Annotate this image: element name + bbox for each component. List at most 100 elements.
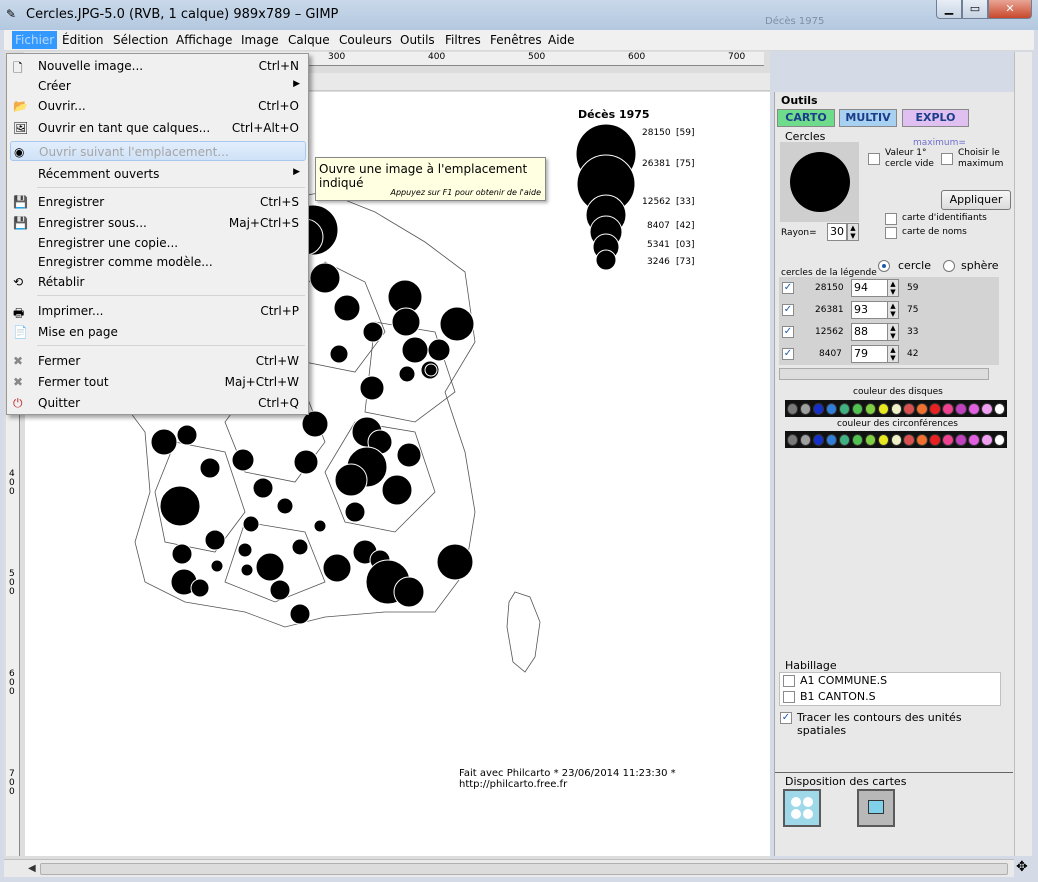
cercle-radio[interactable] xyxy=(878,260,890,272)
appliquer-button[interactable]: Appliquer xyxy=(941,190,1011,210)
carte-noms-checkbox[interactable] xyxy=(885,227,897,239)
row-size-input[interactable]: 93 xyxy=(851,301,889,319)
menu-item-ouvrir-calques[interactable]: 🖼 Ouvrir en tant que calques... Ctrl+Alt… xyxy=(7,118,308,138)
color-swatch[interactable] xyxy=(851,433,864,446)
color-swatch[interactable] xyxy=(787,402,799,415)
color-swatch[interactable] xyxy=(903,433,915,446)
menu-image[interactable]: Image xyxy=(241,33,279,47)
color-swatch[interactable] xyxy=(903,402,915,415)
menu-aide[interactable]: Aide xyxy=(548,33,575,47)
menu-affichage[interactable]: Affichage xyxy=(176,33,232,47)
menu-item-mise-en-page[interactable]: 📄 Mise en page xyxy=(7,322,308,342)
rayon-stepper[interactable]: ▲ ▼ xyxy=(847,223,859,241)
row-size-stepper[interactable]: ▲ ▼ xyxy=(887,301,899,319)
menu-outils[interactable]: Outils xyxy=(400,33,435,47)
color-swatch[interactable] xyxy=(812,433,825,446)
color-swatch[interactable] xyxy=(994,433,1006,446)
rayon-input[interactable]: 30 xyxy=(827,223,847,241)
color-swatch[interactable] xyxy=(942,402,954,415)
color-swatch[interactable] xyxy=(838,402,851,415)
navigate-icon[interactable]: ✥ xyxy=(1016,859,1028,875)
maximize-button[interactable]: ▭ xyxy=(962,0,988,19)
row-checkbox[interactable]: ✓ xyxy=(782,326,794,338)
menu-item-recemment-ouverts[interactable]: Récemment ouverts ▶ xyxy=(7,164,308,184)
menu-item-ouvrir-emplacement[interactable]: ◉ Ouvrir suivant l'emplacement... xyxy=(10,141,306,161)
color-swatch[interactable] xyxy=(916,433,928,446)
color-swatch[interactable] xyxy=(799,433,812,446)
menu-item-fermer[interactable]: ✖ Fermer Ctrl+W xyxy=(7,351,308,371)
color-swatch[interactable] xyxy=(825,433,838,446)
row-size-input[interactable]: 88 xyxy=(851,323,889,341)
gimp-app-icon[interactable]: ✎ xyxy=(6,7,16,21)
horizontal-scroll-thumb[interactable] xyxy=(40,863,1008,875)
table-hscroll[interactable] xyxy=(779,368,989,380)
menu-couleurs[interactable]: Couleurs xyxy=(339,33,392,47)
hab-item[interactable]: B1 CANTON.S xyxy=(800,690,876,703)
menu-filtres[interactable]: Filtres xyxy=(445,33,481,47)
menu-edition[interactable]: Édition xyxy=(62,33,104,47)
color-swatch[interactable] xyxy=(864,433,877,446)
minimize-button[interactable]: ▁ xyxy=(936,0,962,19)
color-swatch[interactable] xyxy=(890,402,902,415)
row-size-stepper[interactable]: ▲ ▼ xyxy=(887,323,899,341)
menu-item-fermer-tout[interactable]: ✖ Fermer tout Maj+Ctrl+W xyxy=(7,372,308,392)
menu-item-imprimer[interactable]: 🖶 Imprimer... Ctrl+P xyxy=(7,301,308,321)
menu-item-enregistrer-sous[interactable]: 💾 Enregistrer sous... Maj+Ctrl+S xyxy=(7,213,308,233)
grid-layout-icon[interactable] xyxy=(783,789,821,827)
menu-item-quitter[interactable]: ⏻ Quitter Ctrl+Q xyxy=(7,393,308,413)
color-swatch[interactable] xyxy=(942,433,954,446)
valeur-checkbox[interactable] xyxy=(868,153,880,165)
row-size-stepper[interactable]: ▲ ▼ xyxy=(887,279,899,297)
hab-checkbox[interactable] xyxy=(783,691,795,703)
row-checkbox[interactable]: ✓ xyxy=(782,282,794,294)
color-swatch[interactable] xyxy=(955,433,967,446)
single-layout-icon[interactable] xyxy=(857,789,895,827)
row-size-input[interactable]: 94 xyxy=(851,279,889,297)
color-swatch[interactable] xyxy=(787,433,799,446)
menu-item-enregistrer-copie[interactable]: Enregistrer une copie... xyxy=(7,233,308,253)
row-size-input[interactable]: 79 xyxy=(851,345,889,363)
color-swatch[interactable] xyxy=(877,402,889,415)
explo-button[interactable]: EXPLO xyxy=(902,109,969,127)
menu-item-nouvelle-image[interactable]: 🗋 Nouvelle image... Ctrl+N xyxy=(7,56,308,76)
color-swatch[interactable] xyxy=(812,402,825,415)
menu-item-creer[interactable]: Créer ▶ xyxy=(7,76,308,96)
color-swatch[interactable] xyxy=(955,402,967,415)
horizontal-scrollbar[interactable]: ◀ xyxy=(4,859,1014,877)
menu-selection[interactable]: Sélection xyxy=(113,33,168,47)
color-swatch[interactable] xyxy=(877,433,889,446)
row-size-stepper[interactable]: ▲ ▼ xyxy=(887,345,899,363)
hab-checkbox[interactable] xyxy=(783,675,795,687)
color-swatch[interactable] xyxy=(968,433,980,446)
vertical-scrollbar[interactable] xyxy=(1014,52,1032,856)
color-swatch[interactable] xyxy=(864,402,877,415)
close-window-button[interactable]: ✕ xyxy=(988,0,1032,19)
menu-item-enregistrer[interactable]: 💾 Enregistrer Ctrl+S xyxy=(7,192,308,212)
tracer-contours-checkbox[interactable]: ✓ xyxy=(780,712,792,724)
scroll-left-icon[interactable]: ◀ xyxy=(28,863,36,874)
color-swatch[interactable] xyxy=(825,402,838,415)
color-swatch[interactable] xyxy=(916,402,928,415)
row-checkbox[interactable]: ✓ xyxy=(782,304,794,316)
menu-fenetres[interactable]: Fenêtres xyxy=(490,33,542,47)
circumference-color-palette[interactable] xyxy=(785,431,1007,448)
color-swatch[interactable] xyxy=(994,402,1006,415)
multiv-button[interactable]: MULTIV xyxy=(839,109,897,127)
menu-item-retablir[interactable]: ⟲ Rétablir xyxy=(7,272,308,292)
color-swatch[interactable] xyxy=(968,402,980,415)
menu-item-ouvrir[interactable]: 📂 Ouvrir... Ctrl+O xyxy=(7,96,308,116)
color-swatch[interactable] xyxy=(981,433,993,446)
color-swatch[interactable] xyxy=(929,402,941,415)
menu-fichier[interactable]: Fichier xyxy=(12,31,58,49)
color-swatch[interactable] xyxy=(890,433,902,446)
color-swatch[interactable] xyxy=(838,433,851,446)
hab-item[interactable]: A1 COMMUNE.S xyxy=(800,674,887,687)
carte-identifiants-checkbox[interactable] xyxy=(885,213,897,225)
disk-color-palette[interactable] xyxy=(785,400,1007,417)
carto-button[interactable]: CARTO xyxy=(777,109,835,127)
menu-item-enregistrer-modele[interactable]: Enregistrer comme modèle... xyxy=(7,252,308,272)
sphere-radio[interactable] xyxy=(943,260,955,272)
row-checkbox[interactable]: ✓ xyxy=(782,348,794,360)
color-swatch[interactable] xyxy=(929,433,941,446)
menu-calque[interactable]: Calque xyxy=(288,33,330,47)
